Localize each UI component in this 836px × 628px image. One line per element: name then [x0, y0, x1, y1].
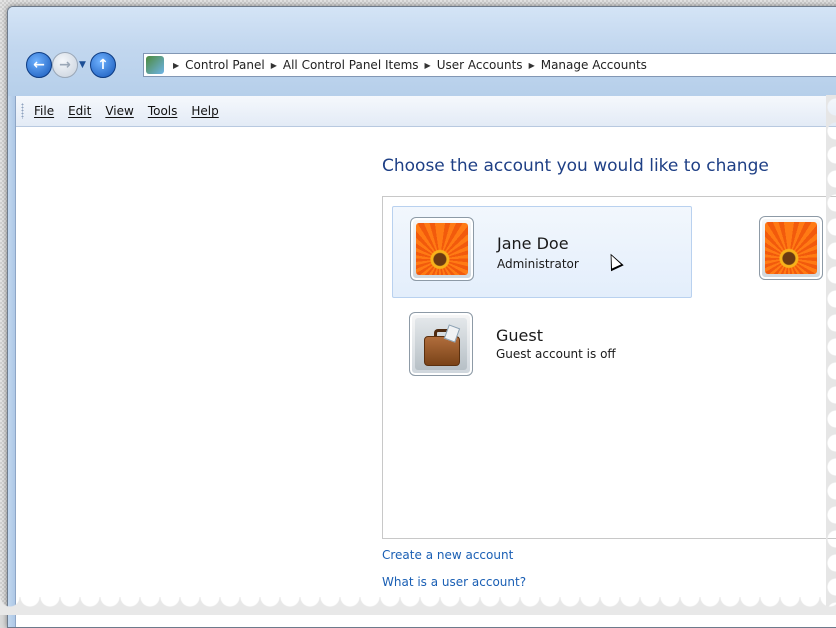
menu-edit[interactable]: Edit: [68, 104, 91, 118]
chevron-down-icon: ▼: [79, 60, 86, 70]
address-bar[interactable]: ▶ Control Panel ▶ All Control Panel Item…: [143, 53, 836, 77]
menu-tools[interactable]: Tools: [148, 104, 178, 118]
torn-edge-bottom: [0, 593, 836, 615]
up-arrow-icon: ↑: [97, 57, 109, 73]
page-title: Choose the account you would like to cha…: [382, 156, 769, 176]
back-arrow-icon: ←: [33, 57, 45, 73]
forward-button[interactable]: →: [52, 52, 78, 78]
accounts-panel: Jane Doe Administrator Guest Guest accou…: [382, 196, 836, 539]
account-picture: [409, 312, 473, 376]
breadcrumb-control-panel[interactable]: Control Panel: [185, 58, 265, 72]
mouse-cursor-icon: [604, 250, 624, 272]
window-frame-left: [8, 96, 16, 627]
account-type: Administrator: [497, 257, 579, 271]
account-name: Guest: [496, 326, 543, 345]
menu-view[interactable]: View: [105, 104, 133, 118]
account-type: Guest account is off: [496, 347, 616, 361]
orange-flower-icon: [765, 222, 817, 274]
create-account-link[interactable]: Create a new account: [382, 548, 513, 562]
what-is-user-account-link[interactable]: What is a user account?: [382, 575, 526, 589]
explorer-window: ← → ▼ ↑ ▶ Control Panel ▶ All Control Pa…: [7, 6, 836, 628]
account-name: Jane Doe: [497, 234, 569, 253]
torn-edge-right: [826, 95, 836, 615]
menu-bar: File Edit View Tools Help: [16, 96, 836, 127]
suitcase-icon: [415, 318, 467, 370]
window-frame-top: [8, 7, 836, 96]
breadcrumb-all-items[interactable]: All Control Panel Items: [283, 58, 419, 72]
left-pane: [16, 127, 376, 627]
toolbar-grip-icon[interactable]: [21, 103, 24, 119]
breadcrumb-manage-accounts[interactable]: Manage Accounts: [541, 58, 647, 72]
breadcrumb-arrow-icon[interactable]: ▶: [271, 61, 277, 70]
account-tile-partial[interactable]: [759, 206, 836, 296]
recent-pages-dropdown[interactable]: ▼: [79, 60, 86, 70]
breadcrumb-arrow-icon[interactable]: ▶: [529, 61, 535, 70]
account-picture: [410, 217, 474, 281]
forward-arrow-icon: →: [59, 57, 71, 73]
up-one-level-button[interactable]: ↑: [90, 52, 116, 78]
menu-file[interactable]: File: [34, 104, 54, 118]
breadcrumb-user-accounts[interactable]: User Accounts: [437, 58, 523, 72]
account-tile-jane-doe[interactable]: Jane Doe Administrator: [392, 206, 692, 298]
orange-flower-icon: [416, 223, 468, 275]
user-accounts-icon: [146, 56, 164, 74]
menu-help[interactable]: Help: [191, 104, 218, 118]
back-button[interactable]: ←: [26, 52, 52, 78]
breadcrumb-arrow-icon[interactable]: ▶: [173, 61, 179, 70]
account-picture: [759, 216, 823, 280]
breadcrumb-arrow-icon[interactable]: ▶: [425, 61, 431, 70]
content-area: Choose the account you would like to cha…: [16, 127, 836, 627]
account-tile-guest[interactable]: Guest Guest account is off: [392, 310, 690, 400]
